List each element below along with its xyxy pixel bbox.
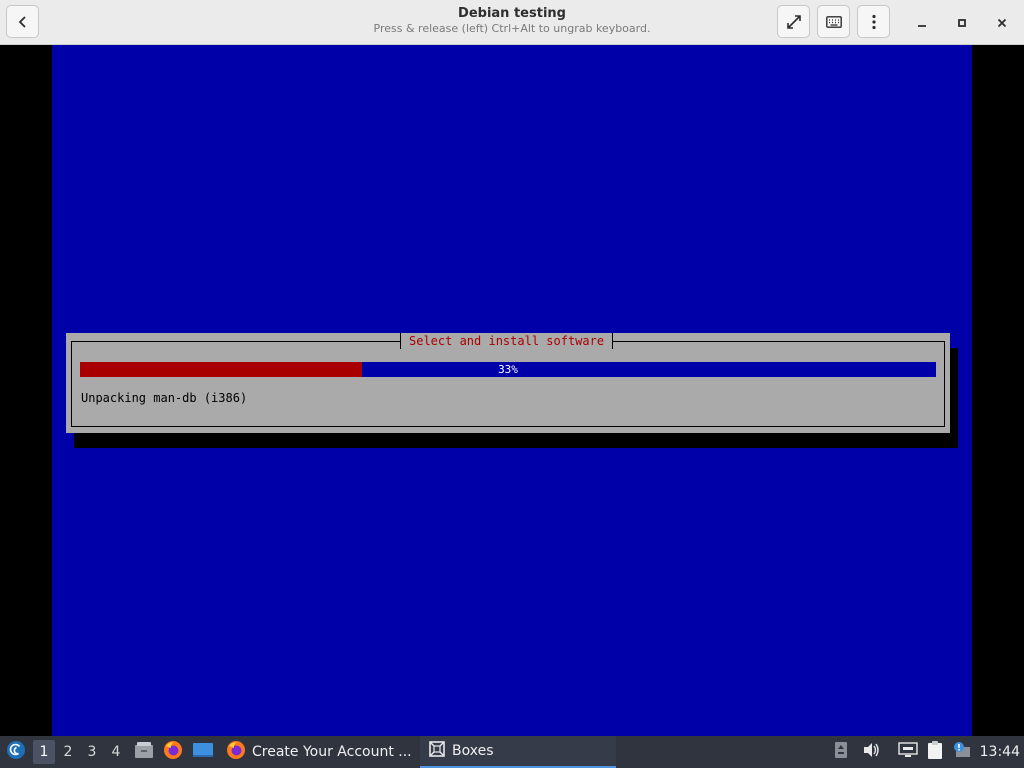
firefox-icon	[163, 740, 183, 764]
workspace-3[interactable]: 3	[81, 740, 103, 764]
fullscreen-button[interactable]	[777, 5, 810, 38]
network-tray-button[interactable]	[898, 736, 920, 768]
back-button[interactable]	[6, 5, 39, 38]
clipboard-tray-button[interactable]	[926, 736, 948, 768]
file-manager-launcher[interactable]	[134, 736, 156, 768]
window-title: Debian testing	[458, 6, 566, 21]
dialog-title: Select and install software	[400, 333, 614, 349]
file-manager-icon	[134, 741, 154, 763]
desktop-icon	[192, 741, 214, 763]
taskbar-clock[interactable]: 13:44	[980, 736, 1020, 768]
back-arrow-icon	[16, 15, 30, 29]
title-area: Debian testing Press & release (left) Ct…	[262, 6, 762, 36]
progress-percent: 33%	[498, 363, 518, 376]
desktop-launcher[interactable]	[192, 736, 216, 768]
workspace-4[interactable]: 4	[105, 740, 127, 764]
boxes-icon	[424, 740, 446, 762]
minimize-button[interactable]	[910, 10, 934, 34]
fullscreen-icon	[786, 14, 802, 30]
workspace-1[interactable]: 1	[33, 740, 55, 764]
task-label: Create Your Account ...	[252, 744, 412, 760]
kebab-menu-icon	[871, 14, 876, 30]
firefox-launcher[interactable]	[163, 736, 185, 768]
install-progress-dialog: Select and install software 33% Unpackin…	[66, 333, 950, 433]
debian-swirl-icon	[6, 740, 26, 764]
notification-icon	[952, 741, 972, 763]
maximize-icon	[957, 13, 967, 32]
progress-status-text: Unpacking man-db (i386)	[81, 391, 248, 405]
task-firefox-create-account[interactable]: Create Your Account ...	[222, 736, 416, 768]
progress-bar: 33%	[80, 362, 936, 377]
network-icon	[898, 742, 918, 762]
task-boxes[interactable]: Boxes	[420, 736, 616, 768]
keyboard-button[interactable]	[817, 5, 850, 38]
keyboard-icon	[825, 15, 842, 28]
dialog-frame	[71, 341, 945, 427]
notification-tray-button[interactable]	[952, 736, 974, 768]
window-subtitle: Press & release (left) Ctrl+Alt to ungra…	[373, 22, 651, 35]
firefox-icon	[226, 740, 246, 764]
clipboard-icon	[926, 740, 944, 764]
taskbar: 1 2 3 4 Create Your Account ... Boxes 13…	[0, 736, 1024, 768]
volume-tray-button[interactable]	[862, 736, 882, 768]
close-icon	[997, 13, 1007, 32]
storage-tray-button[interactable]	[834, 736, 852, 768]
minimize-icon	[917, 13, 927, 32]
storage-icon	[834, 741, 848, 763]
close-button[interactable]	[990, 10, 1014, 34]
workspace-2[interactable]: 2	[57, 740, 79, 764]
task-label: Boxes	[452, 743, 494, 759]
maximize-button[interactable]	[950, 10, 974, 34]
start-menu-button[interactable]	[4, 736, 28, 768]
menu-button[interactable]	[857, 5, 890, 38]
volume-icon	[862, 742, 880, 762]
window-headerbar: Debian testing Press & release (left) Ct…	[0, 0, 1024, 45]
